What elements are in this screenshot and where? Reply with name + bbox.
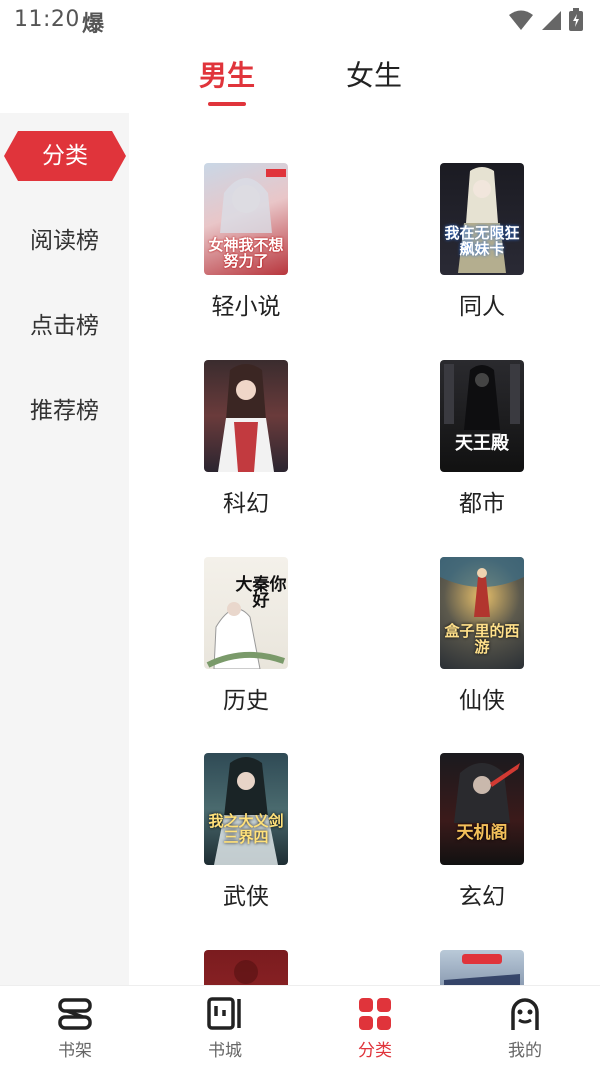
cover-title: 天机阁: [456, 823, 508, 843]
cover-art: [458, 167, 506, 273]
bottom-nav-label: 书架: [58, 1041, 92, 1061]
book-cover: 女神我不想努力了: [204, 163, 288, 275]
signal-icon: [542, 11, 561, 30]
bottom-nav-label: 我的: [508, 1041, 542, 1061]
wifi-icon: [509, 10, 533, 30]
cover-title: 大秦你好: [235, 575, 287, 611]
category-item[interactable]: 天机阁 玄幻: [382, 753, 582, 923]
category-item[interactable]: 我在无限狂飙妹卡 同人: [382, 163, 582, 333]
bottom-nav-bookstore[interactable]: 书城: [165, 986, 285, 1067]
cover-title: 女神我不想努力了: [208, 236, 284, 270]
cover-art: [206, 602, 285, 669]
gender-tabs: 男生 女生: [0, 56, 600, 112]
bottom-nav-profile[interactable]: 我的: [465, 986, 585, 1067]
cover-title: 我之大义剑三界四: [208, 812, 284, 846]
category-label: 武侠: [223, 884, 269, 910]
side-item-recommend-rank[interactable]: 推荐榜: [0, 386, 129, 436]
cover-title: 天王殿: [455, 433, 509, 454]
notification-icon: 爆: [82, 12, 105, 37]
bottom-nav-bookshelf[interactable]: 书架: [15, 986, 135, 1067]
bottom-nav-category[interactable]: 分类: [315, 986, 435, 1067]
side-item-category[interactable]: 分类: [4, 131, 126, 181]
tab-underline: [208, 102, 246, 106]
status-time: 11:20: [14, 7, 80, 32]
bottom-nav-label: 书城: [208, 1041, 242, 1061]
cover-title: 盒子里的西游: [444, 622, 520, 656]
book-cover: 天王殿: [440, 360, 524, 472]
side-item-label: 分类: [42, 143, 88, 169]
tab-female[interactable]: 女生: [329, 56, 419, 100]
book-cover: 我在无限狂飙妹卡: [440, 163, 524, 275]
category-icon: [359, 998, 391, 1030]
category-grid: 女神我不想努力了 轻小说 我在无限狂飙妹卡 同人 科幻 天王殿 都市 大秦你好 …: [129, 113, 600, 985]
cover-art: [444, 954, 520, 985]
cover-art: [454, 763, 520, 823]
bottom-nav: 书架 书城 分类 我的: [0, 985, 600, 1067]
cover-art: [234, 960, 258, 984]
battery-icon: [569, 8, 583, 31]
bookstore-icon: [207, 997, 241, 1030]
bottom-nav-label: 分类: [358, 1041, 392, 1061]
category-item[interactable]: [146, 950, 346, 985]
book-cover: [204, 950, 288, 985]
cover-title: 我在无限狂飙妹卡: [444, 224, 520, 258]
category-label: 玄幻: [459, 884, 505, 910]
cover-art: [218, 364, 274, 472]
category-item[interactable]: 女神我不想努力了 轻小说: [146, 163, 346, 333]
category-label: 同人: [459, 294, 505, 320]
cover-art: [214, 757, 278, 865]
side-item-click-rank[interactable]: 点击榜: [0, 301, 129, 351]
category-label: 历史: [223, 688, 269, 714]
category-item[interactable]: 盒子里的西游 仙侠: [382, 557, 582, 727]
category-item[interactable]: [382, 950, 582, 985]
category-label: 仙侠: [459, 688, 505, 714]
status-bar: 11:20 爆: [0, 0, 600, 42]
book-cover: [440, 950, 524, 985]
side-item-reading-rank[interactable]: 阅读榜: [0, 216, 129, 266]
bookshelf-icon: [58, 998, 92, 1030]
category-item[interactable]: 科幻: [146, 360, 346, 530]
profile-icon: [511, 998, 539, 1030]
category-item[interactable]: 天王殿 都市: [382, 360, 582, 530]
book-cover: 盒子里的西游: [440, 557, 524, 669]
cover-art: [444, 364, 520, 430]
tab-male[interactable]: 男生: [182, 56, 272, 100]
category-label: 科幻: [223, 491, 269, 517]
status-icons: [508, 8, 584, 32]
side-nav: 分类 阅读榜 点击榜 推荐榜: [0, 113, 129, 985]
book-cover: 天机阁: [440, 753, 524, 865]
book-cover: 我之大义剑三界四: [204, 753, 288, 865]
category-item[interactable]: 大秦你好 历史: [146, 557, 346, 727]
category-item[interactable]: 我之大义剑三界四 武侠: [146, 753, 346, 923]
book-cover: [204, 360, 288, 472]
category-label: 都市: [459, 491, 505, 517]
category-label: 轻小说: [211, 294, 281, 320]
book-cover: 大秦你好: [204, 557, 288, 669]
